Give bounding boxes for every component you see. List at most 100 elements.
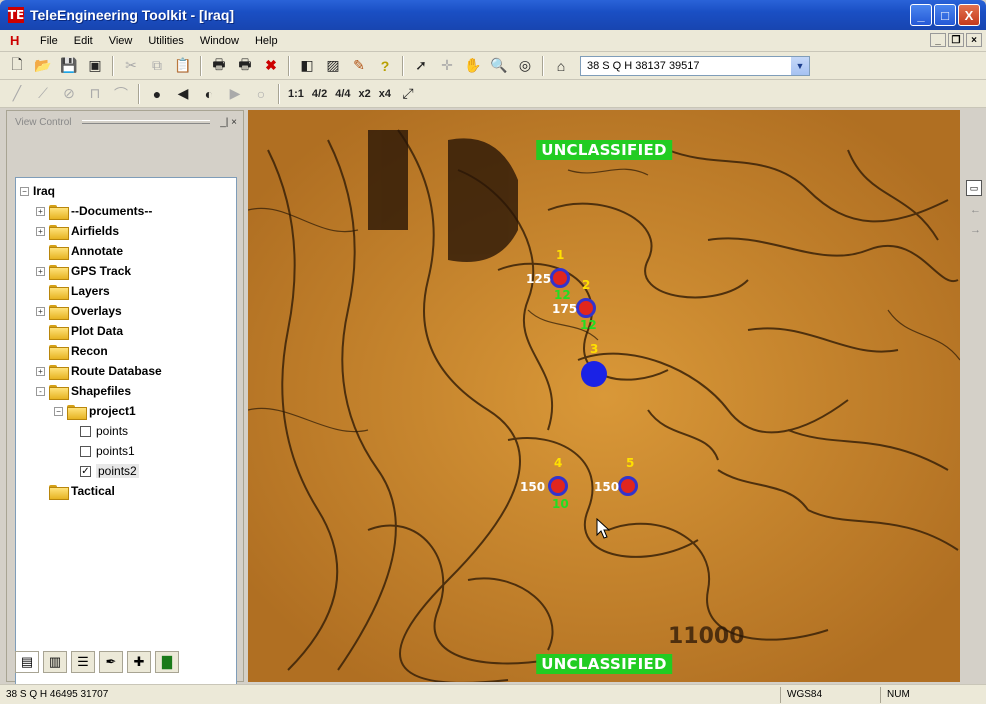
map-point-5[interactable] <box>618 476 638 496</box>
menu-window[interactable]: Window <box>192 35 247 47</box>
layer-points[interactable]: points <box>80 421 236 441</box>
arrow-left-icon[interactable]: ← <box>970 204 986 216</box>
doc-minimize-button[interactable]: _ <box>930 33 946 47</box>
maximize-button[interactable]: □ <box>934 4 956 26</box>
go-to-icon[interactable]: ⌂ <box>549 55 573 77</box>
folder-icon <box>49 384 69 400</box>
zoom-1-1[interactable]: 1:1 <box>284 88 308 100</box>
tree-item[interactable]: + --Documents-- <box>36 201 236 221</box>
layer-checkbox[interactable] <box>80 425 91 437</box>
minimize-button[interactable]: _ <box>910 4 932 26</box>
layer-checkbox-checked[interactable]: ✓ <box>80 465 91 477</box>
map-point-1[interactable] <box>550 268 570 288</box>
menu-utilities[interactable]: Utilities <box>140 35 191 47</box>
crosshair-tab-icon[interactable]: ✚ <box>127 651 151 673</box>
zoom-4-4[interactable]: 4/4 <box>331 88 354 100</box>
zoom-4-2[interactable]: 4/2 <box>308 88 331 100</box>
tree-item[interactable]: Plot Data <box>36 321 236 341</box>
image-icon[interactable]: ▨ <box>321 55 345 77</box>
open-icon[interactable]: 📂 <box>31 55 55 77</box>
delete-icon[interactable]: ✖ <box>259 55 283 77</box>
menu-file[interactable]: File <box>32 35 66 47</box>
circle-slash-icon[interactable]: ⊘ <box>57 83 81 105</box>
folder-icon <box>49 484 69 500</box>
tree-item[interactable]: - Shapefiles <box>36 381 236 401</box>
map-point-3[interactable] <box>581 361 607 387</box>
map-point-4[interactable] <box>548 476 568 496</box>
document-icon[interactable]: H <box>10 33 24 48</box>
doc-restore-button[interactable]: ❐ <box>948 33 964 47</box>
tree-item[interactable]: Layers <box>36 281 236 301</box>
folder-icon <box>49 344 69 360</box>
book-tab-icon[interactable]: ▇ <box>155 651 179 673</box>
window-icon[interactable]: ▭ <box>966 180 982 196</box>
tree-item[interactable]: + Route Database <box>36 361 236 381</box>
layer-checkbox[interactable] <box>80 445 91 457</box>
save-all-icon[interactable]: ▣ <box>83 55 107 77</box>
overlay-tab-icon[interactable]: ▥ <box>43 651 67 673</box>
layout-icon[interactable]: ◧ <box>295 55 319 77</box>
menu-view[interactable]: View <box>101 35 141 47</box>
panel-close-icon[interactable]: _| × <box>220 117 237 128</box>
fit-extent-icon[interactable]: ⤢ <box>396 83 420 105</box>
help-icon[interactable]: ? <box>373 55 397 77</box>
point-id-label: 5 <box>626 456 635 470</box>
tree-root[interactable]: − Iraq <box>20 181 236 201</box>
draw-icon[interactable]: ✎ <box>347 55 371 77</box>
coordinate-combobox[interactable]: 38 S Q H 38137 39517 ▼ <box>580 55 810 76</box>
panel-header: View Control _| × <box>7 111 243 133</box>
arrow-right-icon[interactable]: → <box>970 224 986 236</box>
layer-points1[interactable]: points1 <box>80 441 236 461</box>
tree-item[interactable]: + Airfields <box>36 221 236 241</box>
point-icon[interactable]: ● <box>145 83 169 105</box>
zoom-icon[interactable]: 🔍 <box>487 55 511 77</box>
menu-edit[interactable]: Edit <box>66 35 101 47</box>
half-circle-icon[interactable]: ◐ <box>197 83 221 105</box>
layer-tree[interactable]: − Iraq + --Documents-- + Airfields Annotat… <box>15 177 237 704</box>
crosshair-icon[interactable]: ✛ <box>435 55 459 77</box>
title-bar: TE TeleEngineering Toolkit - [Iraq] _ □ … <box>0 0 986 30</box>
zoom-x2[interactable]: x2 <box>355 88 375 100</box>
tree-item-project[interactable]: − project1 <box>54 401 236 421</box>
layer-points2[interactable]: ✓ points2 <box>80 461 236 481</box>
collapse-icon[interactable]: − <box>54 406 63 416</box>
new-icon[interactable]: 🗋 <box>5 55 29 77</box>
arrow-left-icon[interactable]: ◀ <box>171 83 195 105</box>
print-preview-icon[interactable]: 🖶 <box>233 55 257 77</box>
circle-icon[interactable]: ○ <box>249 83 273 105</box>
pointer-icon[interactable]: ➚ <box>409 55 433 77</box>
tree-item[interactable]: Annotate <box>36 241 236 261</box>
layers-tab-icon[interactable]: ▤ <box>15 651 39 673</box>
collapse-icon[interactable]: − <box>20 186 29 196</box>
pan-hand-icon[interactable]: ✋ <box>461 55 485 77</box>
tree-item[interactable]: + GPS Track <box>36 261 236 281</box>
folder-icon <box>49 224 69 240</box>
line-icon[interactable]: ╱ <box>5 83 29 105</box>
map-point-2[interactable] <box>576 298 596 318</box>
tree-item[interactable]: Recon <box>36 341 236 361</box>
ruler-icon[interactable]: ⊓ <box>83 83 107 105</box>
close-button[interactable]: X <box>958 4 980 26</box>
classification-banner-top: UNCLASSIFIED <box>536 140 672 160</box>
pen-tab-icon[interactable]: ✒ <box>99 651 123 673</box>
tree-item[interactable]: + Overlays <box>36 301 236 321</box>
point-value-label: 175 <box>552 302 578 316</box>
map-view[interactable]: UNCLASSIFIED UNCLASSIFIED 11000 1 125 12… <box>248 110 960 682</box>
shape-icon[interactable]: ⌒ <box>109 83 133 105</box>
print-icon[interactable]: 🖶 <box>207 55 231 77</box>
menu-help[interactable]: Help <box>247 35 286 47</box>
tree-item[interactable]: Tactical <box>36 481 236 501</box>
save-icon[interactable]: 💾 <box>57 55 81 77</box>
list-tab-icon[interactable]: ☰ <box>71 651 95 673</box>
paste-icon[interactable]: 📋 <box>171 55 195 77</box>
cut-icon[interactable]: ✂ <box>119 55 143 77</box>
zoom-x4[interactable]: x4 <box>375 88 395 100</box>
folder-icon <box>49 244 69 260</box>
globe-icon[interactable]: ◎ <box>513 55 537 77</box>
arrow-right-icon[interactable]: ▶ <box>223 83 247 105</box>
polyline-icon[interactable]: ⟋ <box>31 83 55 105</box>
chevron-down-icon[interactable]: ▼ <box>791 56 809 75</box>
point-id-label: 1 <box>556 248 565 262</box>
doc-close-button[interactable]: × <box>966 33 982 47</box>
copy-icon[interactable]: ⧉ <box>145 55 169 77</box>
